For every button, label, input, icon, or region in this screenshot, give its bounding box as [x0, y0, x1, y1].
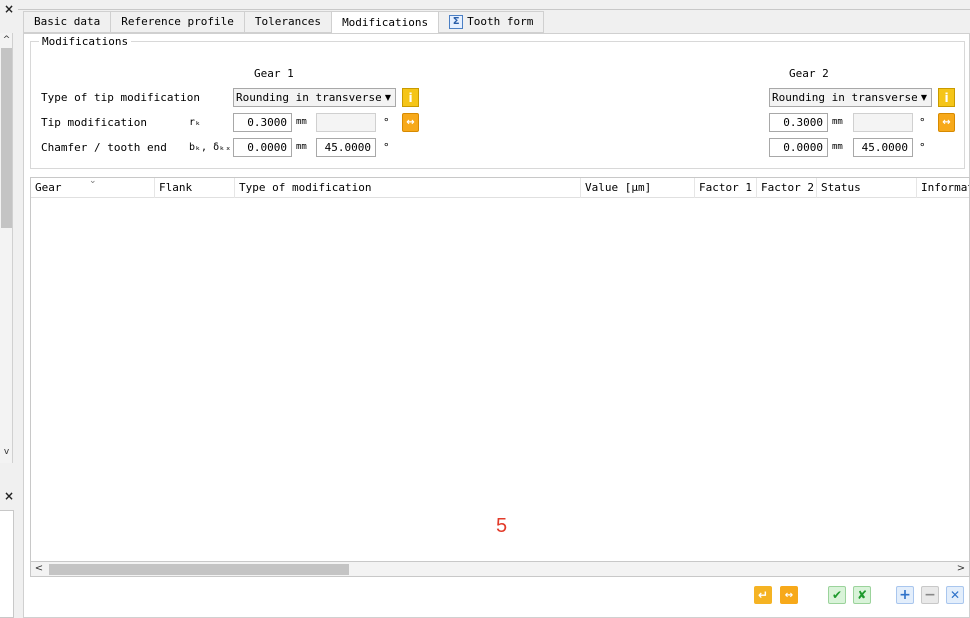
marker-label: 5 [496, 515, 508, 537]
gear2-tip-angle-input [853, 113, 913, 132]
gear2-tip-mod-unit: mm [832, 117, 843, 127]
gear1-sync-icon[interactable]: ↔ [402, 113, 419, 132]
gear2-tip-angle-unit: ° [919, 116, 926, 129]
column-header-status[interactable]: Status [817, 178, 917, 198]
tab-tooth-form-label: Tooth form [467, 15, 534, 28]
scroll-right-icon[interactable]: > [953, 562, 969, 576]
modifications-page: Modifications Gear 1 Gear 2 Type of tip … [23, 33, 970, 618]
gear1-header: Gear 1 [254, 67, 294, 80]
vertical-scrollbar[interactable]: ^ v [0, 33, 13, 463]
gear1-tip-angle-unit: ° [383, 116, 390, 129]
horizontal-scroll-thumb[interactable] [49, 564, 349, 575]
column-header-flank[interactable]: Flank [155, 178, 235, 198]
gear1-tip-type-select[interactable]: Rounding in transverse : ▼ [233, 88, 396, 107]
confirm-icon[interactable]: ✔ [828, 586, 846, 604]
tab-basic-data[interactable]: Basic data [23, 11, 111, 33]
tip-mod-symbol: rₖ [189, 117, 202, 128]
column-header-factor1[interactable]: Factor 1 [695, 178, 757, 198]
tab-modifications[interactable]: Modifications [331, 11, 439, 34]
sync-all-icon[interactable]: ↔ [780, 586, 798, 604]
gear2-tip-type-value: Rounding in transverse : [772, 91, 931, 104]
gear1-tip-type-value: Rounding in transverse : [236, 91, 395, 104]
group-title: Modifications [39, 35, 132, 48]
gear2-header: Gear 2 [789, 67, 829, 80]
gear1-tip-mod-input[interactable]: 0.3000 [233, 113, 292, 132]
tab-reference-profile[interactable]: Reference profile [110, 11, 244, 33]
modifications-group: Modifications Gear 1 Gear 2 Type of tip … [30, 35, 965, 169]
column-header-value[interactable]: Value [μm] [581, 178, 695, 198]
tab-tooth-form[interactable]: Σ Tooth form [438, 11, 545, 33]
scroll-up-icon[interactable]: ^ [0, 33, 13, 47]
gear2-chamfer-unit: mm [832, 142, 843, 152]
sigma-icon: Σ [449, 15, 464, 29]
column-header-gear[interactable]: Gear ⌄ [31, 178, 155, 198]
gear2-tip-type-select[interactable]: Rounding in transverse : ▼ [769, 88, 932, 107]
window-top-bar [18, 0, 970, 10]
horizontal-scrollbar[interactable]: < > [30, 561, 970, 577]
tip-mod-label: Tip modification [41, 116, 147, 129]
gear1-chamfer-angle-input[interactable]: 45.0000 [316, 138, 376, 157]
gear1-info-icon[interactable]: i [402, 88, 419, 107]
scroll-thumb[interactable] [1, 48, 12, 228]
modifications-table: Gear ⌄ Flank Type of modification Value … [30, 177, 970, 577]
gear2-chamfer-angle-input[interactable]: 45.0000 [853, 138, 913, 157]
close-panel-icon[interactable]: × [2, 2, 16, 16]
scroll-left-icon[interactable]: < [31, 562, 47, 576]
gear2-tip-mod-input[interactable]: 0.3000 [769, 113, 828, 132]
remove-row-icon[interactable]: − [921, 586, 939, 604]
sort-indicator-icon: ⌄ [89, 178, 97, 186]
accept-icon[interactable]: ↵ [754, 586, 772, 604]
side-panel [0, 510, 14, 618]
gear2-chamfer-input[interactable]: 0.0000 [769, 138, 828, 157]
gear2-chamfer-angle-unit: ° [919, 141, 926, 154]
gear1-chamfer-input[interactable]: 0.0000 [233, 138, 292, 157]
clear-all-icon[interactable]: ✕ [946, 586, 964, 604]
tab-bar: Basic data Reference profile Tolerances … [23, 11, 545, 34]
column-header-information[interactable]: Informat [917, 178, 969, 198]
tip-type-label: Type of tip modification [41, 91, 200, 104]
left-side-strip: × ^ v × [0, 0, 18, 618]
tab-tolerances[interactable]: Tolerances [243, 11, 332, 33]
column-header-type[interactable]: Type of modification [235, 178, 581, 198]
column-label: Gear [35, 181, 62, 194]
close-panel-2-icon[interactable]: × [2, 489, 16, 503]
add-row-icon[interactable]: + [896, 586, 914, 604]
gear1-tip-angle-input [316, 113, 376, 132]
gear2-sync-icon[interactable]: ↔ [938, 113, 955, 132]
chamfer-label: Chamfer / tooth end [41, 141, 167, 154]
gear1-tip-mod-unit: mm [296, 117, 307, 127]
gear1-chamfer-unit: mm [296, 142, 307, 152]
column-header-factor2[interactable]: Factor 2 [757, 178, 817, 198]
gear2-info-icon[interactable]: i [938, 88, 955, 107]
gear1-chamfer-angle-unit: ° [383, 141, 390, 154]
chamfer-symbol: bₖ, δₖₓ [189, 142, 232, 153]
table-header: Gear ⌄ Flank Type of modification Value … [31, 178, 969, 198]
cancel-icon[interactable]: ✘ [853, 586, 871, 604]
dropdown-arrow-icon[interactable]: ▼ [917, 89, 931, 106]
dropdown-arrow-icon[interactable]: ▼ [381, 89, 395, 106]
scroll-down-icon[interactable]: v [0, 445, 13, 459]
